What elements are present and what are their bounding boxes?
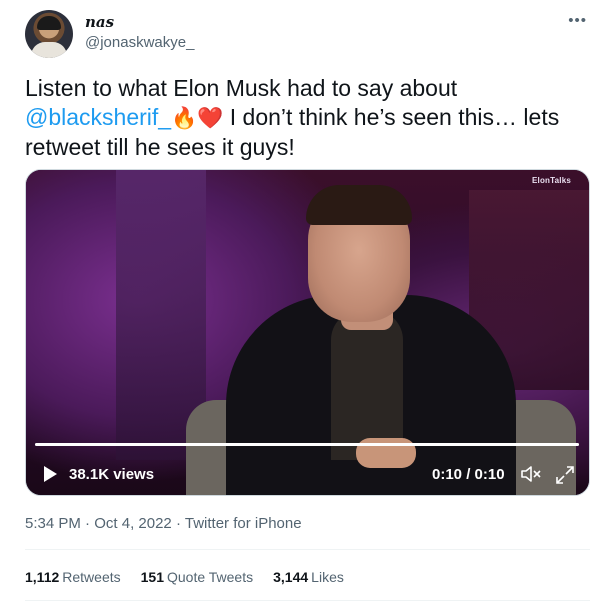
- quote-tweets-count: 151: [140, 569, 164, 585]
- quote-tweets-stat[interactable]: 151 Quote Tweets: [141, 569, 254, 585]
- expand-icon[interactable]: [554, 464, 576, 486]
- video-progress-fill: [35, 443, 579, 446]
- likes-label: Likes: [311, 569, 344, 585]
- tweet-meta: 5:34 PM · Oct 4, 2022 · Twitter for iPho…: [25, 515, 302, 532]
- speaker-hair: [306, 185, 412, 225]
- tweet-header: nas @jonaskwakye_ •••: [25, 10, 595, 60]
- tweet-text-start: Listen to what Elon Musk had to say abou…: [25, 75, 458, 101]
- divider: [25, 549, 590, 550]
- retweets-label: Retweets: [62, 569, 121, 585]
- tweet-stats: 1,112 Retweets 151 Quote Tweets 3,144 Likes: [25, 569, 344, 585]
- avatar-shirt: [31, 42, 67, 58]
- more-horizontal-icon[interactable]: •••: [568, 12, 587, 29]
- tweet: nas @jonaskwakye_ ••• Listen to what Elo…: [0, 0, 603, 604]
- heart-emoji: ❤️: [197, 107, 224, 130]
- video-watermark: ElonTalks: [532, 176, 571, 185]
- retweets-count: 1,112: [25, 569, 60, 585]
- likes-stat[interactable]: 3,144 Likes: [273, 569, 344, 585]
- mute-icon[interactable]: [520, 464, 542, 484]
- tweet-date[interactable]: Oct 4, 2022: [94, 515, 172, 532]
- avatar-hat: [37, 16, 61, 30]
- tweet-text: Listen to what Elon Musk had to say abou…: [25, 74, 585, 162]
- tweet-time[interactable]: 5:34 PM: [25, 515, 81, 532]
- tweet-source[interactable]: Twitter for iPhone: [185, 515, 302, 532]
- fire-emoji: 🔥: [171, 107, 198, 130]
- play-icon[interactable]: [41, 465, 59, 483]
- mention-link[interactable]: @blacksherif_: [25, 104, 171, 130]
- quote-tweets-label: Quote Tweets: [166, 569, 254, 585]
- video-player[interactable]: ElonTalks 38.1K views 0:10 / 0:10: [25, 169, 590, 496]
- likes-count: 3,144: [273, 569, 309, 585]
- view-count: 38.1K views: [69, 466, 155, 483]
- video-progress-bar[interactable]: [35, 443, 579, 446]
- retweets-stat[interactable]: 1,112 Retweets: [25, 569, 121, 585]
- meta-separator: ·: [175, 515, 185, 532]
- user-handle[interactable]: @jonaskwakye_: [85, 34, 194, 51]
- video-time: 0:10 / 0:10: [432, 466, 505, 483]
- avatar[interactable]: [25, 10, 73, 58]
- display-name[interactable]: nas: [85, 13, 114, 31]
- meta-separator: ·: [85, 515, 95, 532]
- divider: [25, 600, 590, 601]
